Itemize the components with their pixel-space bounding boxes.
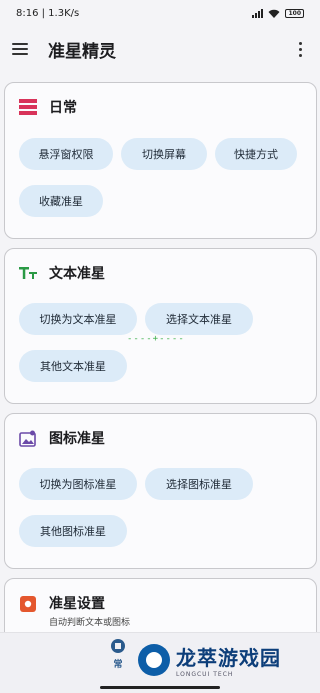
list-icon <box>19 98 37 116</box>
watermark: 龙萃游戏园 LONGCUI TECH <box>138 642 281 678</box>
text-crosshair-card: 文本准星 切换为文本准星 选择文本准星 ----+---- 其他文本准星 <box>4 248 317 404</box>
icon-crosshair-card: 图标准星 切换为图标准星 选择图标准星 其他图标准星 <box>4 413 317 569</box>
crosshair-settings-title: 准星设置 <box>49 596 105 612</box>
select-icon-crosshair-button[interactable]: 选择图标准星 <box>145 468 253 500</box>
wifi-icon <box>268 9 280 18</box>
more-options-icon[interactable] <box>293 38 308 61</box>
icon-crosshair-title: 图标准星 <box>49 431 105 447</box>
switch-to-text-crosshair-button[interactable]: 切换为文本准星 <box>19 303 137 335</box>
status-bar: 8:16 | 1.3K/s 100 <box>0 0 320 26</box>
text-crosshair-title: 文本准星 <box>49 266 105 282</box>
watermark-title: 龙萃游戏园 <box>176 646 281 670</box>
nav-item-label: 常 <box>113 660 123 670</box>
crosshair-preview: ----+---- <box>127 334 185 344</box>
home-indicator[interactable] <box>100 686 220 689</box>
app-bar: 准星精灵 <box>0 26 320 72</box>
switch-to-icon-crosshair-button[interactable]: 切换为图标准星 <box>19 468 137 500</box>
crosshair-settings-subtitle: 自动判断文本或图标 <box>49 618 131 628</box>
other-text-crosshair-button[interactable]: 其他文本准星 <box>19 350 127 382</box>
shortcut-button[interactable]: 快捷方式 <box>215 138 297 170</box>
favorite-crosshair-button[interactable]: 收藏准星 <box>19 185 103 217</box>
floating-window-permission-button[interactable]: 悬浮窗权限 <box>19 138 113 170</box>
watermark-subtitle: LONGCUI TECH <box>176 671 234 678</box>
status-time-speed: 8:16 | 1.3K/s <box>16 7 80 19</box>
text-card-header: 文本准星 <box>19 263 105 283</box>
settings-gear-icon <box>19 595 37 613</box>
nav-home-icon <box>111 639 125 653</box>
text-format-icon <box>19 264 37 282</box>
app-title: 准星精灵 <box>48 41 116 62</box>
status-icons: 100 <box>252 8 304 18</box>
select-text-crosshair-button[interactable]: 选择文本准星 <box>145 303 253 335</box>
settings-card-header: 准星设置 自动判断文本或图标 <box>19 593 130 628</box>
nav-item-daily[interactable]: 常 <box>100 637 136 670</box>
signal-icon <box>252 8 264 18</box>
battery-icon: 100 <box>285 8 304 18</box>
watermark-logo-icon <box>138 644 170 676</box>
menu-icon[interactable] <box>12 38 34 60</box>
daily-card: 日常 悬浮窗权限 切换屏幕 快捷方式 收藏准星 <box>4 82 317 239</box>
daily-card-header: 日常 <box>19 97 77 117</box>
icon-card-header: 图标准星 <box>19 428 105 448</box>
daily-title: 日常 <box>49 100 77 116</box>
image-icon <box>19 429 37 447</box>
other-icon-crosshair-button[interactable]: 其他图标准星 <box>19 515 127 547</box>
switch-screen-button[interactable]: 切换屏幕 <box>121 138 207 170</box>
